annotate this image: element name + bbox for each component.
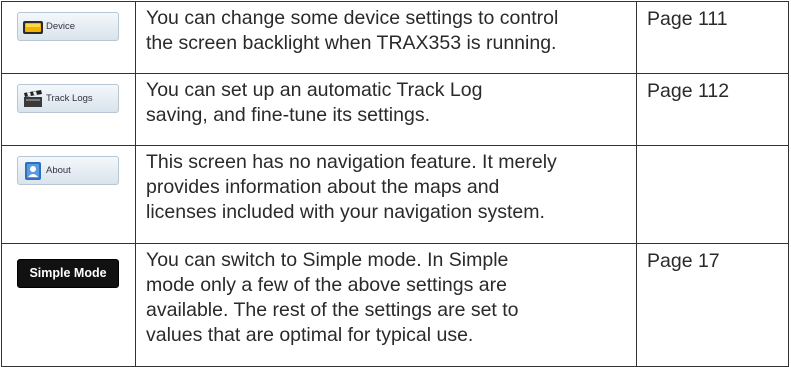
simple-mode-button[interactable]: Simple Mode	[17, 259, 119, 288]
description-cell: This screen has no navigation feature. I…	[135, 145, 637, 244]
page-reference	[636, 145, 789, 244]
description-line: available. The rest of the settings are …	[146, 299, 519, 321]
description-line: licenses included with your navigation s…	[146, 201, 545, 223]
icon-cell: Simple Mode	[1, 243, 136, 367]
icon-cell: Device	[1, 1, 136, 74]
device-icon	[23, 20, 43, 34]
table-row: Device You can change some device settin…	[1, 1, 789, 74]
track-logs-button-label: Track Logs	[46, 93, 93, 104]
description-line: mode only a few of the above settings ar…	[146, 274, 507, 296]
table-row: Simple Mode You can switch to Simple mod…	[1, 243, 789, 367]
description-cell: You can change some device settings to c…	[135, 1, 637, 74]
table-row: Track Logs You can set up an automatic T…	[1, 73, 789, 146]
description-line: You can set up an automatic Track Log	[146, 79, 483, 101]
description-line: This screen has no navigation feature. I…	[146, 151, 557, 173]
track-logs-button[interactable]: Track Logs	[17, 84, 119, 113]
device-button[interactable]: Device	[17, 12, 119, 41]
description-line: saving, and fine-tune its settings.	[146, 104, 430, 126]
page-reference: Page 111	[636, 1, 789, 74]
user-info-icon	[25, 161, 41, 180]
description-line: You can change some device settings to c…	[146, 7, 559, 29]
about-button[interactable]: About	[17, 156, 119, 185]
page-reference: Page 17	[636, 243, 789, 367]
description-line: You can switch to Simple mode. In Simple	[146, 249, 509, 271]
simple-mode-button-label: Simple Mode	[29, 266, 107, 280]
settings-table: Device You can change some device settin…	[1, 1, 789, 367]
about-button-label: About	[46, 165, 71, 176]
description-line: provides information about the maps and	[146, 176, 500, 198]
table-row: About This screen has no navigation feat…	[1, 145, 789, 244]
description-cell: You can switch to Simple mode. In Simple…	[135, 243, 637, 367]
icon-cell: About	[1, 145, 136, 244]
description-cell: You can set up an automatic Track Log sa…	[135, 73, 637, 146]
clapperboard-icon	[24, 89, 42, 107]
page-reference: Page 112	[636, 73, 789, 146]
description-line: the screen backlight when TRAX353 is run…	[146, 32, 557, 54]
device-button-label: Device	[46, 21, 76, 32]
description-line: values that are optimal for typical use.	[146, 324, 474, 346]
icon-cell: Track Logs	[1, 73, 136, 146]
